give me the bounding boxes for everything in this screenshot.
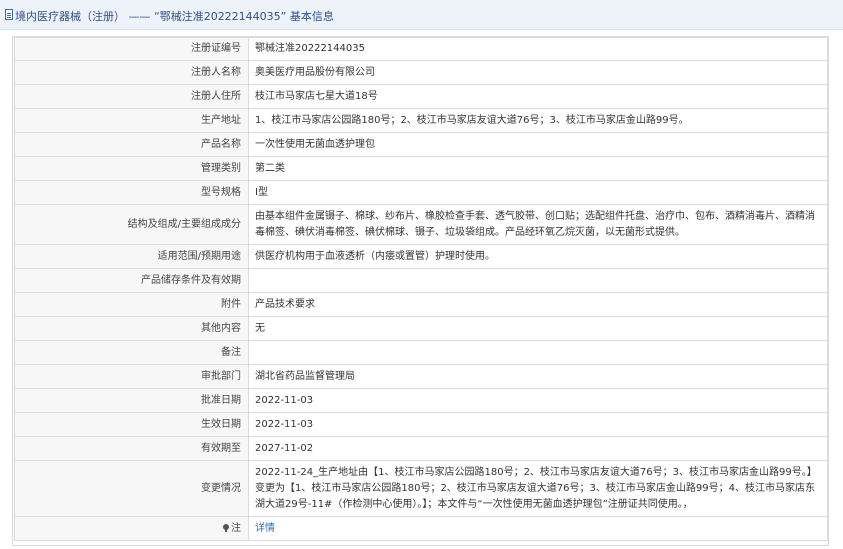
row-label: 结构及组成/主要组成成分: [14, 204, 249, 245]
row-value: [248, 268, 828, 293]
row-label: 生产地址: [14, 108, 249, 133]
row-value: 由基本组件金属镊子、棉球、纱布片、橡胶检查手套、透气胶带、创口贴；选配组件托盘、…: [248, 204, 828, 245]
row-label: 审批部门: [14, 364, 249, 389]
table-row: 生效日期 2022-11-03: [14, 412, 828, 437]
row-value: 2022-11-03: [248, 388, 828, 413]
table-row: 附件 产品技术要求: [14, 292, 828, 317]
table-row: 结构及组成/主要组成成分 由基本组件金属镊子、棉球、纱布片、橡胶检查手套、透气胶带…: [14, 204, 828, 245]
table-row: 注 详情: [14, 516, 828, 541]
row-value: 枝江市马家店七星大道18号: [248, 84, 828, 109]
row-value: 一次性使用无菌血透护理包: [248, 132, 828, 157]
table-row: 注册人名称 奥美医疗用品股份有限公司: [14, 60, 828, 85]
row-value: 产品技术要求: [248, 292, 828, 317]
row-label: 型号规格: [14, 180, 249, 205]
page-title: 境内医疗器械（注册） —— “鄂械注准20222144035” 基本信息: [15, 10, 334, 23]
table-row: 管理类别 第二类: [14, 156, 828, 181]
table-row: 批准日期 2022-11-03: [14, 388, 828, 413]
row-value: [248, 340, 828, 365]
row-label: 备注: [14, 340, 249, 365]
row-value: 2022-11-03: [248, 412, 828, 437]
page-header: 境内医疗器械（注册） —— “鄂械注准20222144035” 基本信息: [0, 0, 843, 30]
row-label: 批准日期: [14, 388, 249, 413]
document-icon: [5, 9, 13, 20]
table-row: 型号规格 Ⅰ型: [14, 180, 828, 205]
pin-icon: [223, 523, 229, 532]
row-label: 变更情况: [14, 460, 249, 517]
table-row: 注册证编号 鄂械注准20222144035: [14, 37, 828, 61]
row-value: 2022-11-24_生产地址由【1、枝江市马家店公园路180号；2、枝江市马家…: [248, 460, 828, 517]
table-row: 备注: [14, 340, 828, 365]
table-row: 产品储存条件及有效期: [14, 268, 828, 293]
table-row: 注册人住所 枝江市马家店七星大道18号: [14, 84, 828, 109]
row-label: 生效日期: [14, 412, 249, 437]
row-label: 其他内容: [14, 316, 249, 341]
row-label: 适用范围/预期用途: [14, 244, 249, 269]
row-value: 湖北省药品监督管理局: [248, 364, 828, 389]
table-row: 产品名称 一次性使用无菌血透护理包: [14, 132, 828, 157]
table-row: 审批部门 湖北省药品监督管理局: [14, 364, 828, 389]
row-label: 附件: [14, 292, 249, 317]
row-label: 产品储存条件及有效期: [14, 268, 249, 293]
info-table: 注册证编号 鄂械注准20222144035 注册人名称 奥美医疗用品股份有限公司 注…: [14, 37, 828, 541]
details-link[interactable]: 详情: [255, 523, 275, 534]
table-row: 其他内容无: [14, 316, 828, 341]
row-label: 注册证编号: [14, 37, 249, 61]
row-value: 1、枝江市马家店公园路180号；2、枝江市马家店友谊大道76号；3、枝江市马家店…: [248, 108, 828, 133]
row-label: 注册人名称: [14, 60, 249, 85]
row-label: 注册人住所: [14, 84, 249, 109]
row-value: 奥美医疗用品股份有限公司: [248, 60, 828, 85]
table-row: 有效期至 2027-11-02: [14, 436, 828, 461]
row-label: 管理类别: [14, 156, 249, 181]
row-value: Ⅰ型: [248, 180, 828, 205]
note-label-cell: 注: [14, 516, 249, 541]
row-value: 供医疗机构用于血液透析（内瘘或置管）护理时使用。: [248, 244, 828, 269]
row-label: 有效期至: [14, 436, 249, 461]
row-value: 第二类: [248, 156, 828, 181]
note-value-cell: 详情: [248, 516, 828, 541]
table-row: 生产地址 1、枝江市马家店公园路180号；2、枝江市马家店友谊大道76号；3、枝江…: [14, 108, 828, 133]
row-label: 产品名称: [14, 132, 249, 157]
row-value: 2027-11-02: [248, 436, 828, 461]
note-label: 注: [231, 522, 241, 534]
table-row: 适用范围/预期用途 供医疗机构用于血液透析（内瘘或置管）护理时使用。: [14, 244, 828, 269]
table-row: 变更情况 2022-11-24_生产地址由【1、枝江市马家店公园路180号；2、枝…: [14, 460, 828, 517]
row-value: 无: [248, 316, 828, 341]
row-value: 鄂械注准20222144035: [248, 37, 828, 61]
